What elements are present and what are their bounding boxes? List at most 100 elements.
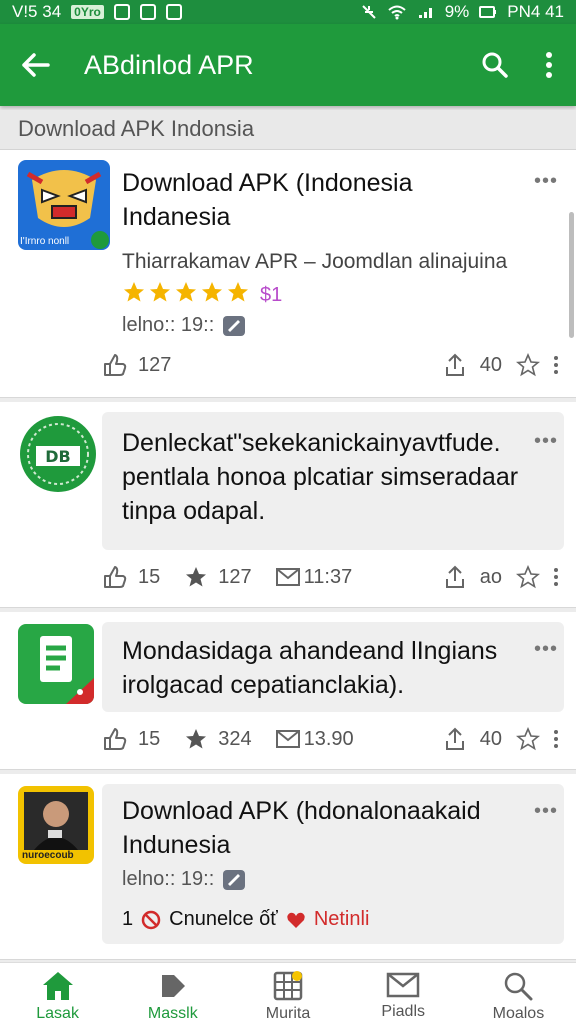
star-filled-icon bbox=[186, 567, 207, 587]
card-title[interactable]: Download APK (Indonesia Indanesia bbox=[122, 166, 526, 234]
block-icon bbox=[141, 910, 161, 929]
mail-icon bbox=[275, 730, 300, 748]
star-count-button[interactable]: 127 bbox=[184, 565, 252, 589]
more-vert-icon[interactable] bbox=[554, 567, 558, 587]
more-vert-icon[interactable] bbox=[554, 729, 558, 749]
card-actions: 127 40 bbox=[102, 350, 558, 380]
app-title: ABdinlod APR bbox=[84, 49, 254, 80]
post-text: Mondasidaga ahandeand lIngians irolgacad… bbox=[122, 637, 498, 699]
share-icon[interactable] bbox=[444, 565, 466, 589]
status-time: V!5 34 bbox=[12, 2, 62, 21]
card-more-button[interactable]: ••• bbox=[534, 430, 558, 453]
nav-item-mail[interactable]: Piadls bbox=[346, 963, 461, 1024]
rating-row: $1 bbox=[122, 280, 282, 310]
card-more-button[interactable]: ••• bbox=[534, 170, 558, 193]
star-outline-icon[interactable] bbox=[516, 353, 540, 377]
search-icon bbox=[482, 52, 508, 78]
star-rating bbox=[122, 280, 252, 310]
notice-row: 1 Cnunelce ốť Netinli bbox=[122, 908, 369, 931]
badge-logo-icon: DB bbox=[27, 423, 89, 485]
scrollbar[interactable] bbox=[569, 212, 574, 338]
app-thumbnail[interactable]: DB bbox=[20, 416, 96, 492]
share-icon[interactable] bbox=[444, 727, 466, 751]
star-outline-icon[interactable] bbox=[516, 565, 540, 589]
edit-icon bbox=[223, 869, 246, 890]
meta-row: lelno:: 19:: bbox=[122, 314, 246, 337]
like-button[interactable]: 15 bbox=[102, 565, 160, 589]
nav-label: Murita bbox=[265, 1005, 311, 1022]
message-button[interactable]: 13.90 bbox=[275, 728, 354, 751]
like-button[interactable]: 15 bbox=[102, 727, 160, 751]
notice-link[interactable]: Netinli bbox=[314, 908, 370, 931]
meta-row: lelno:: 19:: bbox=[122, 868, 246, 891]
star-count: 127 bbox=[218, 565, 252, 588]
bottom-navigation: Lasak Masslk Murita Piadls Moalos bbox=[0, 962, 576, 1024]
mail-icon bbox=[275, 568, 300, 586]
message-time: 11:37 bbox=[303, 565, 353, 588]
nav-label: Lasak bbox=[36, 1005, 79, 1022]
gallery-icon bbox=[139, 4, 156, 20]
post-card[interactable]: DB ••• Denleckat"sekekanickainyavtfude. … bbox=[0, 402, 576, 608]
nav-label: Piadls bbox=[381, 1003, 425, 1020]
share-count: ao bbox=[479, 565, 502, 588]
app-bar: ABdinlod APR bbox=[0, 24, 576, 106]
like-button[interactable]: 127 bbox=[102, 353, 171, 377]
status-carrier: PN4 41 bbox=[507, 2, 564, 21]
post-text: Denleckat"sekekanickainyavtfude. pentlal… bbox=[122, 429, 519, 525]
thumbs-up-icon bbox=[104, 354, 127, 376]
overflow-menu-button[interactable] bbox=[522, 51, 576, 79]
wifi-icon bbox=[388, 5, 406, 20]
search-button[interactable] bbox=[468, 51, 522, 79]
star-count-button[interactable]: 324 bbox=[184, 727, 252, 751]
app-thumbnail[interactable]: I'Irnro nonll bbox=[18, 160, 110, 250]
nav-label: Masslk bbox=[147, 1005, 198, 1022]
document-icon bbox=[40, 636, 94, 704]
mail-icon bbox=[386, 972, 420, 998]
star-outline-icon[interactable] bbox=[516, 727, 540, 751]
more-vert-icon[interactable] bbox=[554, 355, 558, 375]
post-card[interactable]: nuroecoub ••• Download APK (hdonalonaaka… bbox=[0, 774, 576, 960]
post-card[interactable]: ••• Mondasidaga ahandeand lIngians irolg… bbox=[0, 612, 576, 770]
section-header: Download APK Indonsia bbox=[0, 110, 576, 150]
share-icon[interactable] bbox=[444, 353, 466, 377]
card-more-button[interactable]: ••• bbox=[534, 800, 558, 823]
card-more-button[interactable]: ••• bbox=[534, 638, 558, 661]
image-icon bbox=[165, 4, 182, 20]
star-icon bbox=[176, 282, 196, 302]
play-icon bbox=[161, 975, 185, 997]
price-label: $1 bbox=[260, 283, 283, 306]
star-filled-icon bbox=[186, 729, 207, 749]
status-chip: 0Yro bbox=[71, 5, 104, 19]
search-icon bbox=[505, 972, 533, 1001]
notice-count: 1 bbox=[122, 908, 134, 930]
meta-text: lelno:: 19:: bbox=[122, 868, 215, 890]
nav-item-search[interactable]: Moalos bbox=[461, 963, 576, 1024]
battery-percent: 9% bbox=[444, 2, 470, 21]
nav-item-play[interactable]: Masslk bbox=[115, 963, 230, 1024]
share-count: 40 bbox=[479, 727, 502, 750]
notice-text: Cnunelce ốť bbox=[169, 908, 278, 930]
arrow-left-icon bbox=[22, 53, 50, 77]
app-thumbnail[interactable]: nuroecoub bbox=[18, 786, 94, 864]
like-count: 15 bbox=[138, 565, 161, 588]
app-thumbnail[interactable] bbox=[18, 624, 94, 704]
edit-icon bbox=[223, 315, 246, 336]
badge-logo-text: DB bbox=[45, 447, 70, 466]
star-icon bbox=[228, 282, 248, 302]
battery-icon bbox=[479, 6, 497, 18]
mute-icon bbox=[362, 5, 376, 19]
thumbnail-caption: I'Irnro nonll bbox=[20, 236, 70, 247]
post-card[interactable]: I'Irnro nonll ••• Download APK (Indonesi… bbox=[0, 150, 576, 398]
post-text: Download APK (hdonalonaakaid Indunesia bbox=[122, 797, 481, 859]
message-button[interactable]: 11:37 bbox=[275, 565, 353, 589]
star-icon bbox=[150, 282, 170, 302]
status-bar: V!5 34 0Yro 9% PN4 41 bbox=[0, 0, 576, 24]
nav-item-home[interactable]: Lasak bbox=[0, 963, 115, 1024]
card-actions: 15 324 13.90 40 bbox=[102, 724, 558, 754]
nav-label: Moalos bbox=[492, 1005, 545, 1022]
back-button[interactable] bbox=[0, 52, 70, 78]
like-count: 127 bbox=[138, 353, 172, 376]
thumbnail-caption: nuroecoub bbox=[22, 850, 74, 861]
signal-icon bbox=[418, 8, 432, 18]
nav-item-grid[interactable]: Murita bbox=[230, 963, 345, 1024]
